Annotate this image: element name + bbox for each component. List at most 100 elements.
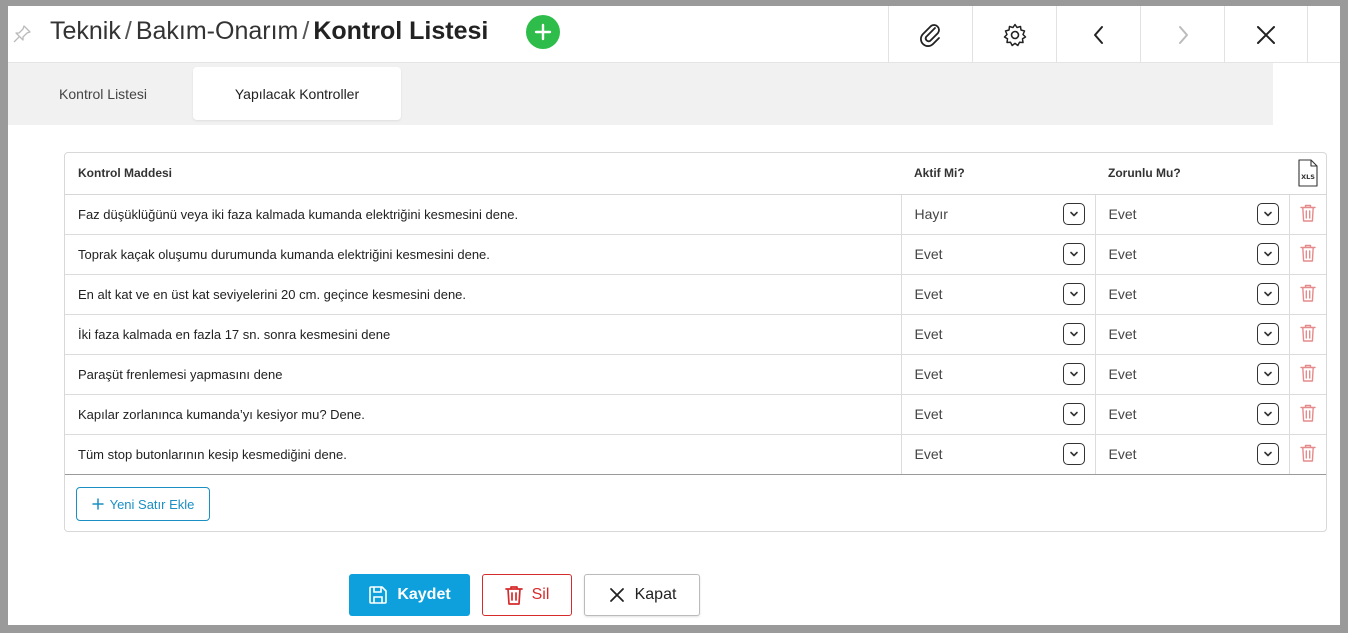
zorunlu-mu-dropdown-button[interactable] xyxy=(1256,403,1279,425)
zorunlu-mu-dropdown-button[interactable] xyxy=(1256,283,1279,305)
breadcrumb-item-bakim-onarim[interactable]: Bakım-Onarım xyxy=(136,17,299,45)
breadcrumb-separator: / xyxy=(302,17,310,45)
table-header-row: Kontrol Maddesi Aktif Mi? Zorunlu Mu? XL… xyxy=(65,153,1326,195)
save-label: Kaydet xyxy=(397,586,451,603)
close-label: Kapat xyxy=(634,586,677,603)
delete-row-cell xyxy=(1288,394,1326,435)
kontrol-maddesi-cell[interactable]: Kapılar zorlanınca kumanda’yı kesiyor mu… xyxy=(65,394,901,435)
aktif-mi-value: Evet xyxy=(914,286,943,302)
aktif-mi-cell: Evet xyxy=(900,354,1095,395)
kontrol-maddesi-cell[interactable]: İki faza kalmada en fazla 17 sn. sonra k… xyxy=(65,314,901,355)
zorunlu-mu-value: Evet xyxy=(1108,246,1137,262)
delete-row-button[interactable] xyxy=(1300,404,1316,425)
table-row: İki faza kalmada en fazla 17 sn. sonra k… xyxy=(65,314,1326,355)
zorunlu-mu-cell: Evet xyxy=(1094,314,1289,355)
delete-label: Sil xyxy=(531,586,550,603)
delete-button[interactable]: Sil xyxy=(482,574,572,616)
add-row-button[interactable]: Yeni Satır Ekle xyxy=(76,487,210,521)
table-row: Faz düşüklüğünü veya iki faza kalmada ku… xyxy=(65,194,1326,235)
aktif-mi-dropdown-button[interactable] xyxy=(1062,443,1085,465)
zorunlu-mu-select[interactable]: Evet xyxy=(1109,283,1289,305)
kontrol-maddesi-cell[interactable]: Toprak kaçak oluşumu durumunda kumanda e… xyxy=(65,234,901,275)
previous-button[interactable] xyxy=(1056,6,1140,63)
zorunlu-mu-cell: Evet xyxy=(1094,234,1289,275)
zorunlu-mu-select[interactable]: Evet xyxy=(1109,323,1289,345)
aktif-mi-select[interactable]: Evet xyxy=(915,443,1095,465)
add-record-button[interactable] xyxy=(526,15,560,49)
kontrol-maddesi-cell[interactable]: Tüm stop butonlarının kesip kesmediğini … xyxy=(65,434,901,475)
pin-icon[interactable] xyxy=(12,24,32,44)
table-row: Kapılar zorlanınca kumanda’yı kesiyor mu… xyxy=(65,394,1326,435)
chevron-down-icon xyxy=(1263,411,1272,417)
zorunlu-mu-dropdown-button[interactable] xyxy=(1256,243,1279,265)
chevron-down-icon xyxy=(1263,291,1272,297)
aktif-mi-cell: Evet xyxy=(900,394,1095,435)
zorunlu-mu-select[interactable]: Evet xyxy=(1109,243,1289,265)
checklist-card: Kontrol Maddesi Aktif Mi? Zorunlu Mu? XL… xyxy=(64,152,1327,532)
delete-row-button[interactable] xyxy=(1300,364,1316,385)
delete-row-button[interactable] xyxy=(1300,204,1316,225)
chevron-down-icon xyxy=(1069,251,1078,257)
delete-row-cell xyxy=(1288,354,1326,395)
aktif-mi-select[interactable]: Hayır xyxy=(915,203,1095,225)
zorunlu-mu-select[interactable]: Evet xyxy=(1109,443,1289,465)
zorunlu-mu-select[interactable]: Evet xyxy=(1109,363,1289,385)
close-window-button[interactable] xyxy=(1224,6,1308,63)
aktif-mi-select[interactable]: Evet xyxy=(915,283,1095,305)
delete-row-cell xyxy=(1288,234,1326,275)
chevron-down-icon xyxy=(1263,251,1272,257)
aktif-mi-dropdown-button[interactable] xyxy=(1062,403,1085,425)
settings-button[interactable] xyxy=(972,6,1056,63)
save-button[interactable]: Kaydet xyxy=(349,574,470,616)
aktif-mi-value: Hayır xyxy=(914,206,948,222)
zorunlu-mu-value: Evet xyxy=(1108,366,1137,382)
tab-yapilacak-kontroller[interactable]: Yapılacak Kontroller xyxy=(193,67,401,120)
zorunlu-mu-cell: Evet xyxy=(1094,434,1289,475)
delete-row-button[interactable] xyxy=(1300,324,1316,345)
zorunlu-mu-dropdown-button[interactable] xyxy=(1256,323,1279,345)
aktif-mi-dropdown-button[interactable] xyxy=(1062,243,1085,265)
delete-row-cell xyxy=(1288,194,1326,235)
delete-row-button[interactable] xyxy=(1300,444,1316,465)
chevron-down-icon xyxy=(1069,451,1078,457)
zorunlu-mu-value: Evet xyxy=(1108,446,1137,462)
trash-icon xyxy=(1300,404,1316,422)
tab-kontrol-listesi[interactable]: Kontrol Listesi xyxy=(28,67,178,120)
chevron-right-icon xyxy=(1178,25,1188,44)
close-button[interactable]: Kapat xyxy=(584,574,700,616)
column-header-kontrol-maddesi: Kontrol Maddesi xyxy=(65,153,901,195)
aktif-mi-select[interactable]: Evet xyxy=(915,243,1095,265)
aktif-mi-dropdown-button[interactable] xyxy=(1062,363,1085,385)
breadcrumb-item-teknik[interactable]: Teknik xyxy=(50,17,121,45)
kontrol-maddesi-cell[interactable]: Paraşüt frenlemesi yapmasını dene xyxy=(65,354,901,395)
trash-icon xyxy=(1300,244,1316,262)
aktif-mi-select[interactable]: Evet xyxy=(915,323,1095,345)
zorunlu-mu-select[interactable]: Evet xyxy=(1109,403,1289,425)
paperclip-icon xyxy=(919,23,940,47)
aktif-mi-select[interactable]: Evet xyxy=(915,363,1095,385)
xls-file-icon: XLS xyxy=(1297,159,1318,187)
zorunlu-mu-dropdown-button[interactable] xyxy=(1256,443,1279,465)
delete-row-cell xyxy=(1288,434,1326,475)
attachment-button[interactable] xyxy=(888,6,972,63)
add-row-label: Yeni Satır Ekle xyxy=(109,496,195,512)
kontrol-maddesi-cell[interactable]: Faz düşüklüğünü veya iki faza kalmada ku… xyxy=(65,194,901,235)
close-icon xyxy=(1257,25,1275,44)
kontrol-maddesi-cell[interactable]: En alt kat ve en üst kat seviyelerini 20… xyxy=(65,274,901,315)
export-xls-button[interactable]: XLS xyxy=(1289,159,1326,187)
delete-row-cell xyxy=(1288,314,1326,355)
zorunlu-mu-dropdown-button[interactable] xyxy=(1256,203,1279,225)
aktif-mi-value: Evet xyxy=(914,246,943,262)
chevron-down-icon xyxy=(1263,331,1272,337)
zorunlu-mu-select[interactable]: Evet xyxy=(1109,203,1289,225)
zorunlu-mu-dropdown-button[interactable] xyxy=(1256,363,1279,385)
aktif-mi-dropdown-button[interactable] xyxy=(1062,203,1085,225)
aktif-mi-select[interactable]: Evet xyxy=(915,403,1095,425)
aktif-mi-dropdown-button[interactable] xyxy=(1062,323,1085,345)
trash-icon xyxy=(1300,444,1316,462)
delete-row-button[interactable] xyxy=(1300,284,1316,305)
next-button[interactable] xyxy=(1140,6,1224,63)
aktif-mi-dropdown-button[interactable] xyxy=(1062,283,1085,305)
delete-row-button[interactable] xyxy=(1300,244,1316,265)
chevron-down-icon xyxy=(1263,211,1272,217)
